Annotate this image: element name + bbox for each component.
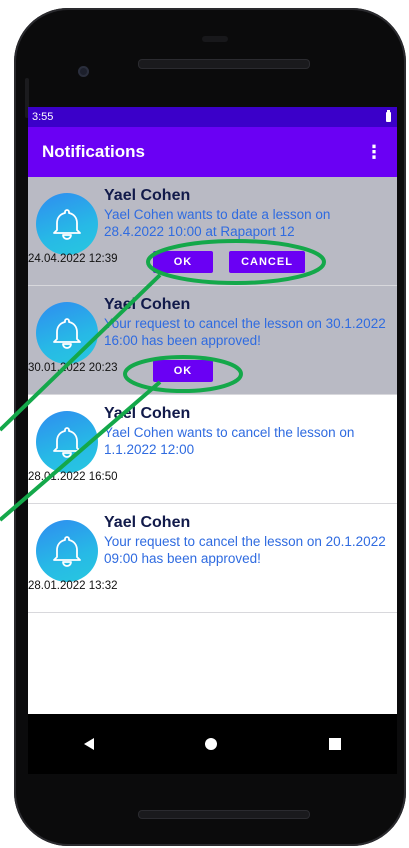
recents-icon[interactable] [329, 738, 342, 750]
front-camera-icon [78, 66, 89, 77]
notification-sender: Yael Cohen [104, 514, 191, 531]
back-icon[interactable] [83, 738, 94, 750]
bell-icon [36, 193, 98, 255]
notification-message: Yael Cohen wants to cancel the lesson on… [104, 425, 355, 457]
notification-item[interactable]: Yael Cohen Yael Cohen wants to date a le… [28, 177, 397, 286]
ok-button[interactable]: OK [153, 251, 213, 273]
phone-sensor [202, 36, 228, 42]
notification-item[interactable]: Yael Cohen Your request to cancel the le… [28, 286, 397, 395]
notification-date: 28.01.2022 13:32 [28, 580, 118, 592]
bell-icon [36, 520, 98, 582]
system-nav-bar [28, 714, 397, 774]
cancel-button[interactable]: CANCEL [229, 251, 305, 273]
app-bar: Notifications ⋮ [28, 127, 397, 177]
status-bar: 3:55 [28, 107, 397, 127]
bell-icon [36, 302, 98, 364]
notification-sender: Yael Cohen [104, 296, 191, 313]
app-screen: 3:55 Notifications ⋮ Yael Cohen Yael Coh… [28, 107, 397, 773]
battery-icon [386, 110, 391, 122]
notification-message: Yael Cohen wants to date a lesson on 28.… [104, 207, 331, 239]
notification-date: 24.04.2022 12:39 [28, 253, 118, 265]
notification-message: Your request to cancel the lesson on 20.… [104, 534, 386, 566]
notification-item[interactable]: Yael Cohen Yael Cohen wants to cancel th… [28, 395, 397, 504]
status-time: 3:55 [32, 111, 54, 123]
phone-bottom-speaker [138, 810, 310, 819]
notification-sender: Yael Cohen [104, 187, 191, 204]
page-title: Notifications [42, 142, 145, 161]
notification-item[interactable]: Yael Cohen Your request to cancel the le… [28, 504, 397, 613]
home-icon[interactable] [205, 738, 218, 750]
more-vert-icon[interactable]: ⋮ [365, 143, 383, 161]
notification-list: Yael Cohen Yael Cohen wants to date a le… [28, 177, 397, 613]
notification-date: 30.01.2022 20:23 [28, 362, 118, 374]
bell-icon [36, 411, 98, 473]
notification-sender: Yael Cohen [104, 405, 191, 422]
ok-button[interactable]: OK [153, 360, 213, 382]
notification-message: Your request to cancel the lesson on 30.… [104, 316, 386, 348]
phone-speaker [138, 59, 310, 69]
notification-date: 28.01.2022 16:50 [28, 471, 118, 483]
